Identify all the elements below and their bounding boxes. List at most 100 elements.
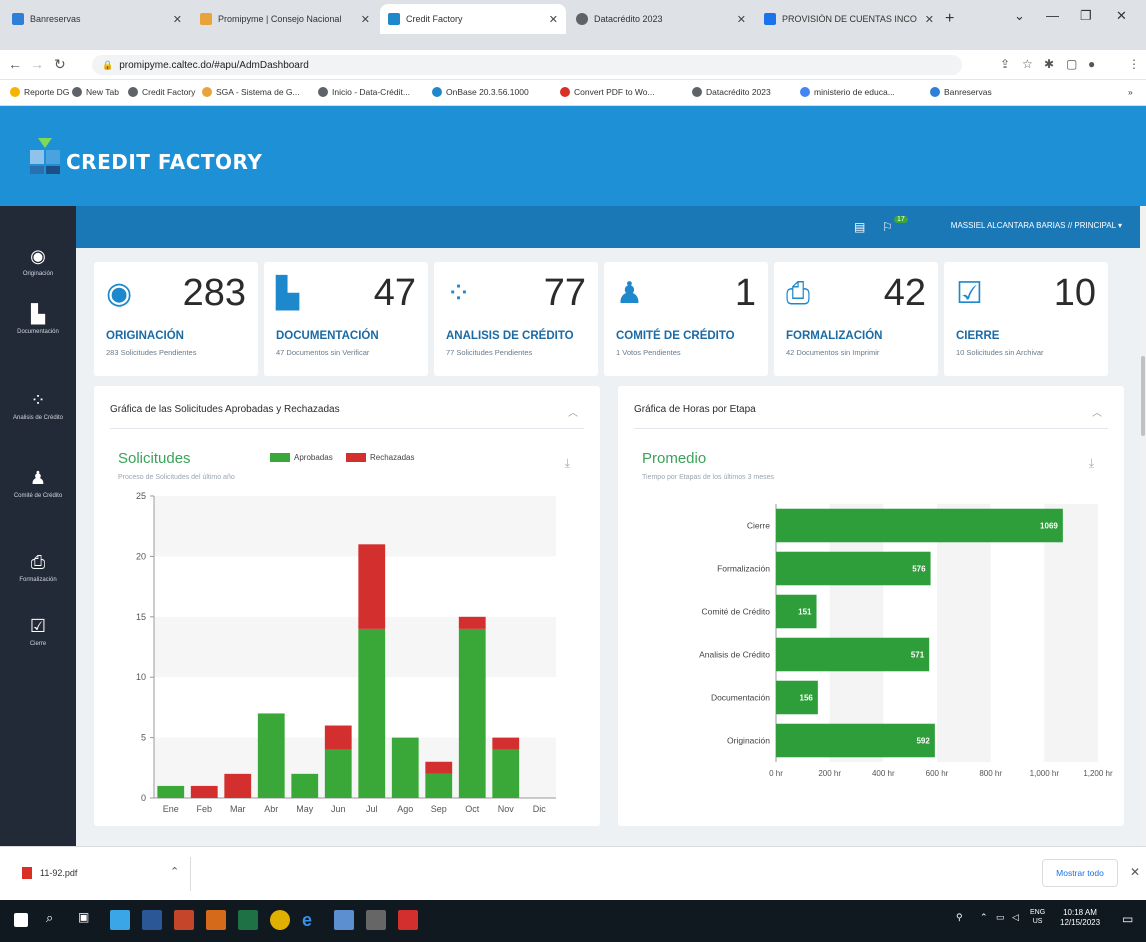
bookmark-item[interactable]: ministerio de educa... [800,87,895,97]
sidebar-item-originacion[interactable]: ◉ Originación [0,246,76,278]
tab-title: Datacrédito 2023 [594,14,663,24]
data-label: 576 [912,565,926,574]
chrome-icon[interactable] [270,910,290,930]
calculator-icon[interactable] [366,910,386,930]
network-icon[interactable]: ▭ [996,912,1005,923]
user-menu[interactable]: MASSIEL ALCANTARA BARIAS // PRINCIPAL ▾ [951,221,1122,230]
sidepanel-icon[interactable]: ▢ [1066,57,1077,71]
windows-start-icon[interactable] [14,913,28,927]
share-icon[interactable]: ⇪ [1000,57,1010,71]
bookmark-label: OnBase 20.3.56.1000 [446,87,529,97]
calculator-icon[interactable]: ▤ [854,220,865,234]
close-icon[interactable]: ✕ [549,13,558,26]
bookmark-item[interactable]: Convert PDF to Wo... [560,87,655,97]
show-all-button[interactable]: Mostrar todo [1042,859,1118,887]
notification-center-icon[interactable]: ▭ [1122,912,1133,926]
panel-solicitudes: Gráfica de las Solicitudes Aprobadas y R… [94,386,600,826]
acrobat-icon[interactable] [398,910,418,930]
new-tab-button[interactable]: + [945,10,954,28]
word-icon[interactable] [142,910,162,930]
app-icon[interactable] [334,910,354,930]
tab-search-icon[interactable]: ⌄ [1014,8,1025,24]
page-scrollbar[interactable] [1140,206,1146,846]
y-tick-label: Originación [727,736,770,746]
language-indicator[interactable]: ENG US [1030,908,1045,926]
bookmark-label: New Tab [86,87,119,97]
url-field[interactable]: 🔒 promipyme.caltec.do/#apu/AdmDashboard [92,55,962,75]
outlook-icon[interactable] [206,910,226,930]
people-icon[interactable]: ⚲ [956,912,963,923]
forward-button[interactable]: → [30,56,44,72]
clock[interactable]: 10:18 AM 12/15/2023 [1060,908,1100,929]
notifications-icon[interactable]: ⚐ [882,220,893,234]
sidebar-item-label: Documentación [17,329,59,335]
stat-subtitle: 77 Solicitudes Pendientes [446,348,533,357]
download-item[interactable]: 11-92.pdf [22,867,77,879]
stat-card-documentacion[interactable]: ▙ 47 DOCUMENTACIÓN 47 Documentos sin Ver… [264,262,428,376]
chevron-up-icon[interactable]: ⌃ [170,865,179,878]
sidebar-item-cierre[interactable]: ☑ Cierre [0,616,76,648]
search-icon[interactable]: ⌕ [46,910,66,930]
globe-icon [72,87,82,97]
stat-card-analisis[interactable]: ⁘ 77 ANALISIS DE CRÉDITO 77 Solicitudes … [434,262,598,376]
promipyme-favicon-icon [200,13,212,25]
volume-icon[interactable]: ◁ [1012,912,1019,923]
bookmark-item[interactable]: New Tab [72,87,119,97]
sidebar-item-analisis[interactable]: ⁘ Analisis de Crédito [0,390,76,422]
stat-card-originacion[interactable]: ◉ 283 ORIGINACIÓN 283 Solicitudes Pendie… [94,262,258,376]
stat-subtitle: 47 Documentos sin Verificar [276,348,370,357]
tab-datacredito[interactable]: Datacrédito 2023 ✕ [568,4,754,34]
sidebar-item-documentacion[interactable]: ▙ Documentación [0,304,76,336]
bookmark-item[interactable]: OnBase 20.3.56.1000 [432,87,529,97]
stat-card-comite[interactable]: ♟ 1 COMITÉ DE CRÉDITO 1 Votos Pendientes [604,262,768,376]
close-icon[interactable]: ✕ [1130,865,1140,879]
reload-button[interactable]: ↻ [54,56,66,73]
bookmark-label: Credit Factory [142,87,196,97]
drive-icon [764,13,776,25]
bookmark-item[interactable]: Banreservas [930,87,992,97]
profile-icon[interactable]: ● [1088,57,1095,71]
globe-icon [576,13,588,25]
bar-aprobadas [391,737,419,798]
tab-promipyme[interactable]: Promipyme | Consejo Nacional ✕ [192,4,378,34]
chevron-up-icon[interactable]: ⌃ [980,912,988,923]
globe-icon [318,87,328,97]
sidebar-item-formalizacion[interactable]: ⎙ Formalización [0,552,76,584]
x-tick-label: Feb [196,804,212,814]
close-icon[interactable]: ✕ [361,13,370,26]
extensions-icon[interactable]: ✱ [1044,57,1054,71]
close-window-button[interactable]: ✕ [1116,8,1127,24]
bookmark-item[interactable]: Inicio - Data-Crédit... [318,87,410,97]
menu-icon[interactable]: ⋮ [1128,57,1140,71]
scrollbar-thumb[interactable] [1141,356,1145,436]
checkbox-icon: ☑ [29,616,47,636]
sidebar-item-comite[interactable]: ♟ Comité de Crédito [0,468,76,500]
bookmark-star-icon[interactable]: ☆ [1022,57,1033,71]
lock-icon: 🔒 [102,59,114,70]
tab-credit-factory[interactable]: Credit Factory ✕ [380,4,566,34]
back-button[interactable]: ← [8,56,22,72]
bar-horas [776,637,930,672]
restore-button[interactable]: ❐ [1080,8,1092,24]
internet-explorer-icon[interactable]: e [302,910,322,930]
close-icon[interactable]: ✕ [737,13,746,26]
task-view-icon[interactable]: ▣ [78,910,98,930]
bookmark-item[interactable]: SGA - Sistema de G... [202,87,300,97]
sidebar-item-label: Cierre [29,641,47,647]
tab-provision[interactable]: PROVISIÓN DE CUENTAS INCO ✕ [756,4,942,34]
tab-banreservas[interactable]: Banreservas ✕ [4,4,190,34]
more-bookmarks-icon[interactable]: » [1128,87,1133,97]
powerpoint-icon[interactable] [174,910,194,930]
globe-icon [128,87,138,97]
excel-icon[interactable] [238,910,258,930]
stat-count: 10 [1053,272,1096,314]
close-icon[interactable]: ✕ [925,13,934,26]
minimize-button[interactable]: — [1046,8,1059,23]
bookmark-item[interactable]: Datacrédito 2023 [692,87,771,97]
file-explorer-icon[interactable] [110,910,130,930]
stat-card-cierre[interactable]: ☑ 10 CIERRE 10 Solicitudes sin Archivar [944,262,1108,376]
close-icon[interactable]: ✕ [173,13,182,26]
bookmark-item[interactable]: Reporte DG [10,87,69,97]
bookmark-item[interactable]: Credit Factory [128,87,195,97]
stat-card-formalizacion[interactable]: ⎙ 42 FORMALIZACIÓN 42 Documentos sin Imp… [774,262,938,376]
